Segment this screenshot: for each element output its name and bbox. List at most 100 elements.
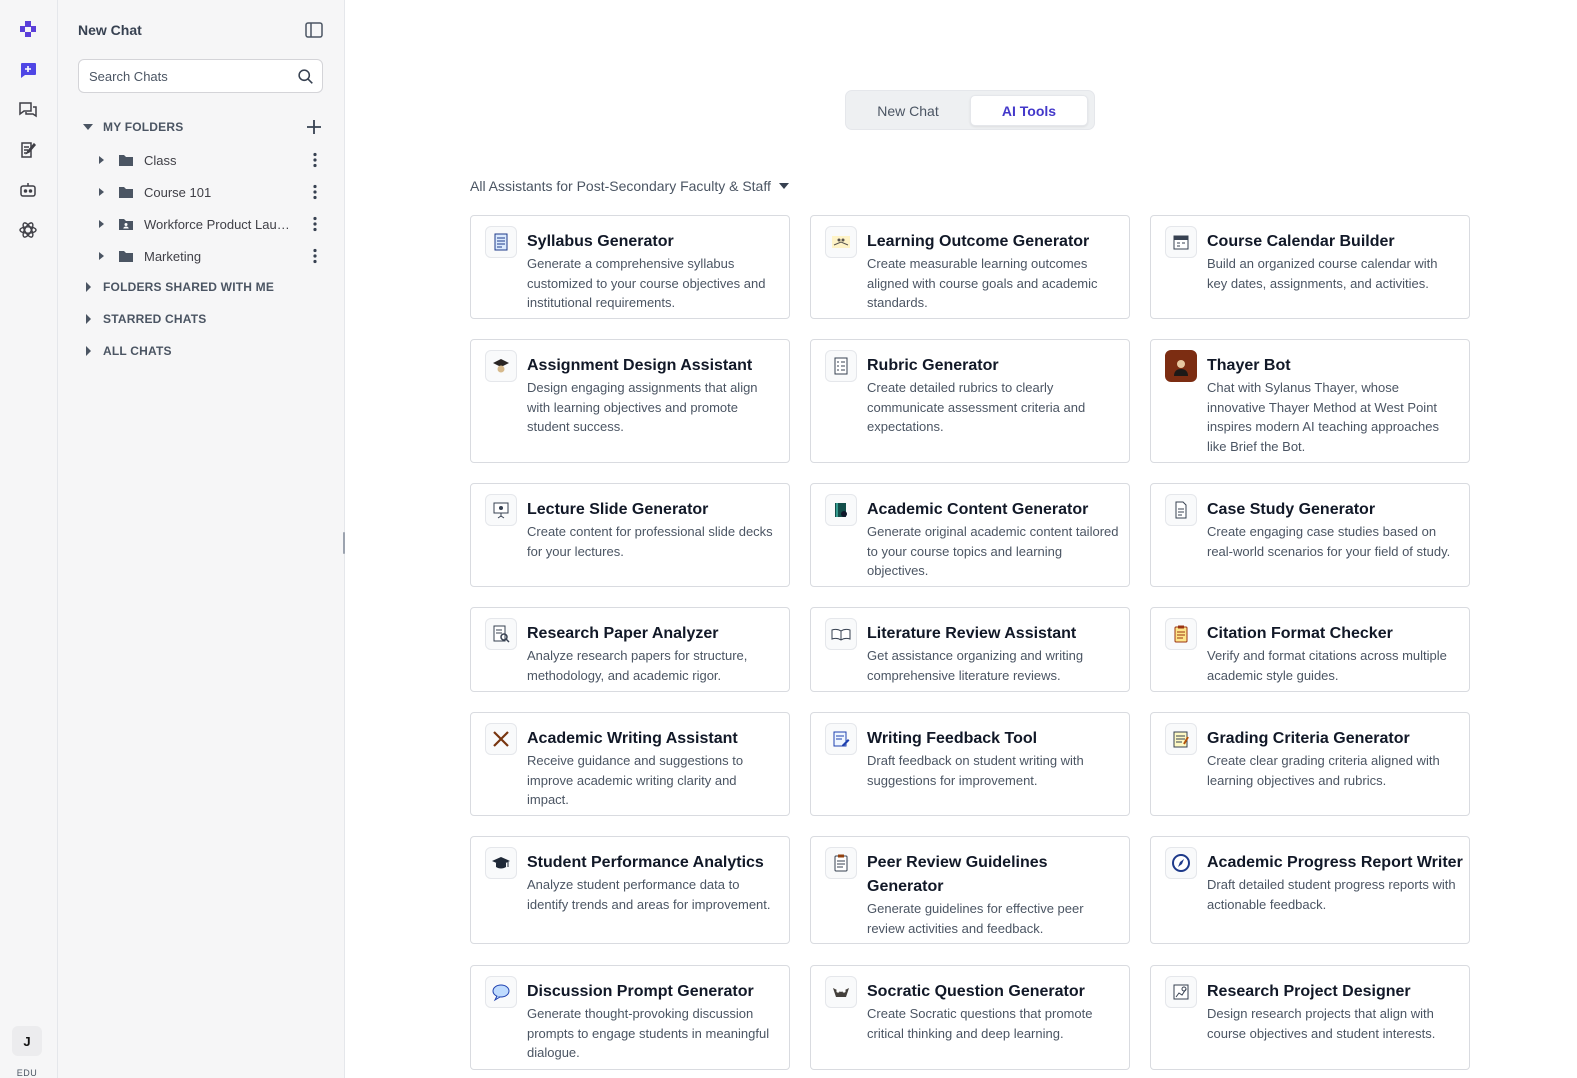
folder-item-workforce-product-launch[interactable]: Workforce Product Launch xyxy=(96,212,328,236)
tool-card-thayer-bot[interactable]: Thayer Bot Chat with Sylanus Thayer, who… xyxy=(1150,339,1470,463)
tool-description: Draft feedback on student writing with s… xyxy=(867,753,1084,788)
my-folders-label: MY FOLDERS xyxy=(103,120,184,134)
kebab-menu-icon[interactable] xyxy=(306,215,324,233)
tool-card-literature-review-assistant[interactable]: Literature Review Assistant Get assistan… xyxy=(810,607,1130,692)
tool-title: Peer Review Guidelines Generator xyxy=(867,854,1048,895)
tab-new-chat[interactable]: New Chat xyxy=(850,95,966,126)
tool-card-academic-content-generator[interactable]: Academic Content Generator Generate orig… xyxy=(810,483,1130,587)
owl-icon xyxy=(825,976,857,1008)
caret-right-icon xyxy=(99,220,104,228)
graduate-icon xyxy=(485,350,517,382)
tool-card-citation-format-checker[interactable]: Citation Format Checker Verify and forma… xyxy=(1150,607,1470,692)
tool-title: Rubric Generator xyxy=(867,357,999,374)
tool-title: Literature Review Assistant xyxy=(867,625,1077,642)
pencils-icon xyxy=(485,723,517,755)
kebab-menu-icon[interactable] xyxy=(306,183,324,201)
my-folders-section[interactable]: MY FOLDERS xyxy=(82,117,183,137)
tool-card-socratic-question-generator[interactable]: Socratic Question Generator Create Socra… xyxy=(810,965,1130,1070)
tool-card-course-calendar-builder[interactable]: Course Calendar Builder Build an organiz… xyxy=(1150,215,1470,319)
search-box xyxy=(78,59,323,93)
add-folder-icon[interactable] xyxy=(305,118,323,136)
logo-icon[interactable] xyxy=(14,16,42,44)
tool-description: Verify and format citations across multi… xyxy=(1207,648,1447,683)
tool-description: Create clear grading criteria aligned wi… xyxy=(1207,753,1440,788)
sidebar-toggle-icon[interactable] xyxy=(304,20,324,40)
tool-description: Analyze research papers for structure, m… xyxy=(527,648,748,683)
open-book-icon xyxy=(825,618,857,650)
tool-card-syllabus-generator[interactable]: Syllabus Generator Generate a comprehens… xyxy=(470,215,790,319)
folder-label: Course 101 xyxy=(144,184,212,200)
avatar[interactable]: J xyxy=(12,1026,42,1056)
tool-card-peer-review-guidelines-generator[interactable]: Peer Review Guidelines Generator Generat… xyxy=(810,836,1130,944)
folder-icon xyxy=(119,251,133,262)
folder-item-class[interactable]: Class xyxy=(96,148,328,172)
notes-icon[interactable] xyxy=(14,136,42,164)
tool-card-learning-outcome-generator[interactable]: Learning Outcome Generator Create measur… xyxy=(810,215,1130,319)
tool-description: Design engaging assignments that align w… xyxy=(527,380,758,434)
tool-description: Create measurable learning outcomes alig… xyxy=(867,256,1098,310)
tab-ai-tools[interactable]: AI Tools xyxy=(970,95,1088,126)
caret-right-icon xyxy=(99,252,104,260)
search-input[interactable] xyxy=(89,60,289,92)
folder-label: Class xyxy=(144,152,177,168)
tool-description: Generate original academic content tailo… xyxy=(867,524,1119,578)
tool-card-writing-feedback-tool[interactable]: Writing Feedback Tool Draft feedback on … xyxy=(810,712,1130,816)
section-label: ALL CHATS xyxy=(103,344,172,358)
speech-bubble-icon xyxy=(485,976,517,1008)
calendar-icon xyxy=(1165,226,1197,258)
tool-card-academic-progress-report-writer[interactable]: Academic Progress Report Writer Draft de… xyxy=(1150,836,1470,944)
tool-description: Create content for professional slide de… xyxy=(527,524,773,559)
tool-card-grading-criteria-generator[interactable]: Grading Criteria Generator Create clear … xyxy=(1150,712,1470,816)
kebab-menu-icon[interactable] xyxy=(306,151,324,169)
atom-icon[interactable] xyxy=(14,216,42,244)
icon-rail: J EDU xyxy=(0,0,58,1078)
assistant-filter-dropdown[interactable]: All Assistants for Post-Secondary Facult… xyxy=(470,178,790,194)
folders-shared-section[interactable]: FOLDERS SHARED WITH ME xyxy=(82,277,274,297)
search-icon[interactable] xyxy=(297,68,314,85)
starred-chats-section[interactable]: STARRED CHATS xyxy=(82,309,207,329)
section-label: FOLDERS SHARED WITH ME xyxy=(103,280,275,294)
tool-title: Thayer Bot xyxy=(1207,357,1291,374)
folder-label: Workforce Product Launch xyxy=(144,216,294,232)
tool-card-rubric-generator[interactable]: Rubric Generator Create detailed rubrics… xyxy=(810,339,1130,463)
tool-description: Generate a comprehensive syllabus custom… xyxy=(527,256,766,310)
folder-item-course-101[interactable]: Course 101 xyxy=(96,180,328,204)
tool-card-discussion-prompt-generator[interactable]: Discussion Prompt Generator Generate tho… xyxy=(470,965,790,1070)
tool-title: Case Study Generator xyxy=(1207,501,1376,518)
research-chart-icon xyxy=(1165,976,1197,1008)
chats-icon[interactable] xyxy=(14,96,42,124)
tool-title: Grading Criteria Generator xyxy=(1207,730,1410,747)
tool-description: Create Socratic questions that promote c… xyxy=(867,1006,1093,1041)
tool-card-lecture-slide-generator[interactable]: Lecture Slide Generator Create content f… xyxy=(470,483,790,587)
tool-title: Writing Feedback Tool xyxy=(867,730,1038,747)
tool-title: Research Project Designer xyxy=(1207,983,1411,1000)
magnify-document-icon xyxy=(485,618,517,650)
folder-item-marketing[interactable]: Marketing xyxy=(96,244,328,268)
tool-card-assignment-design-assistant[interactable]: Assignment Design Assistant Design engag… xyxy=(470,339,790,463)
tool-card-case-study-generator[interactable]: Case Study Generator Create engaging cas… xyxy=(1150,483,1470,587)
mortarboard-icon xyxy=(485,847,517,879)
tool-card-research-project-designer[interactable]: Research Project Designer Design researc… xyxy=(1150,965,1470,1070)
tool-title: Assignment Design Assistant xyxy=(527,357,753,374)
caret-right-icon xyxy=(86,314,91,324)
all-chats-section[interactable]: ALL CHATS xyxy=(82,341,172,361)
notepad-icon xyxy=(1165,723,1197,755)
tool-title: Research Paper Analyzer xyxy=(527,625,719,642)
section-label: STARRED CHATS xyxy=(103,312,207,326)
tool-description: Design research projects that align with… xyxy=(1207,1006,1436,1041)
new-chat-icon[interactable] xyxy=(14,56,42,84)
tool-card-student-performance-analytics[interactable]: Student Performance Analytics Analyze st… xyxy=(470,836,790,944)
reading-icon xyxy=(825,226,857,258)
bot-icon[interactable] xyxy=(14,176,42,204)
tool-title: Syllabus Generator xyxy=(527,233,674,250)
tool-description: Get assistance organizing and writing co… xyxy=(867,648,1084,683)
tool-card-research-paper-analyzer[interactable]: Research Paper Analyzer Analyze research… xyxy=(470,607,790,692)
tool-card-academic-writing-assistant[interactable]: Academic Writing Assistant Receive guida… xyxy=(470,712,790,816)
compass-icon xyxy=(1165,847,1197,879)
tool-description: Analyze student performance data to iden… xyxy=(527,877,771,912)
sidebar: New Chat MY FOLDERS Class Course 101 Wor… xyxy=(58,0,345,1078)
clipboard-list-icon xyxy=(825,847,857,879)
tool-title: Academic Content Generator xyxy=(867,501,1089,518)
kebab-menu-icon[interactable] xyxy=(306,247,324,265)
sidebar-resize-handle[interactable] xyxy=(343,532,345,554)
